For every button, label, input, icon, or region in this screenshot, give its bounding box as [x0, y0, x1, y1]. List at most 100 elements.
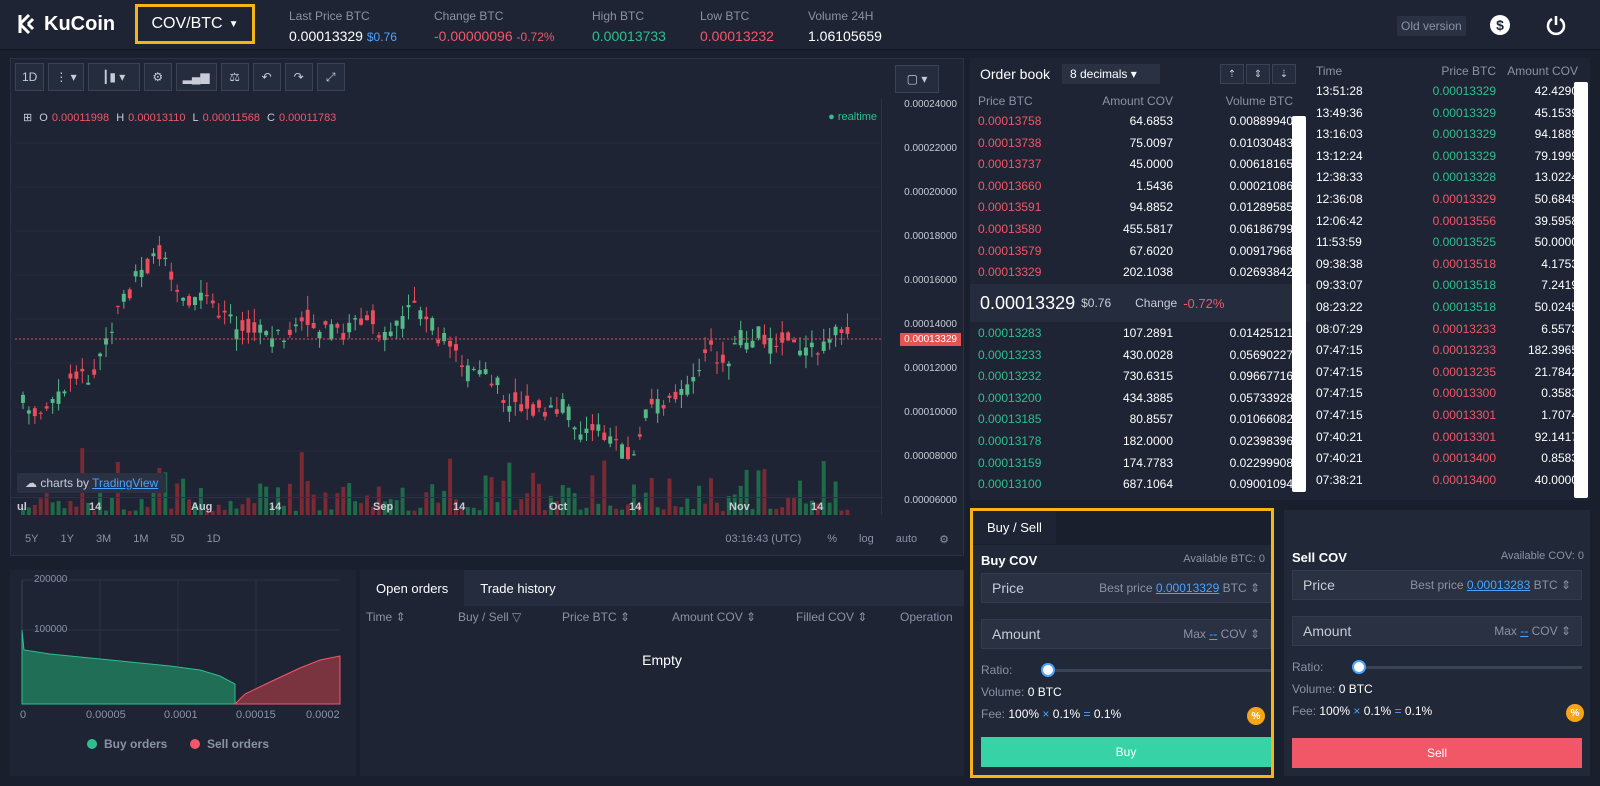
filter-side-header[interactable]: Buy / Sell ▽ — [458, 610, 562, 624]
indicators-icon[interactable]: ▂▄▆ — [175, 63, 217, 91]
bid-row[interactable]: 0.00013232 730.6315 0.09667716 — [978, 365, 1298, 387]
bid-row[interactable]: 0.00013100 687.1064 0.09001094 — [978, 473, 1298, 495]
ask-row[interactable]: 0.00013660 1.5436 0.00021086 — [978, 175, 1298, 197]
pair-selector[interactable]: COV/BTC ▼ — [135, 4, 255, 44]
auto-scale-toggle[interactable]: auto — [896, 533, 917, 545]
candle-body — [566, 406, 571, 421]
buy-legend-dot — [87, 739, 97, 749]
log-scale-toggle[interactable]: log — [859, 533, 874, 545]
amount-cell: 202.1038 — [1122, 265, 1173, 280]
buy-amount-input[interactable]: Amount Max -- COV ⇕ — [981, 619, 1271, 649]
amount-cell: 730.6315 — [1122, 369, 1173, 384]
dollar-icon[interactable]: $ — [1489, 14, 1511, 36]
slider-knob[interactable] — [1041, 663, 1055, 677]
fullscreen-icon[interactable]: ⤢ — [316, 63, 345, 91]
screenshot-dropdown[interactable]: ▢ ▾ — [895, 65, 939, 93]
candle-body — [809, 342, 814, 348]
tab-buy-sell[interactable]: Buy / Sell — [973, 511, 1056, 544]
settings-icon[interactable]: ⚙ — [143, 63, 172, 91]
sort-time-header[interactable]: Time ⇕ — [366, 610, 458, 624]
fee-discount-icon[interactable]: % — [1247, 707, 1265, 725]
tab-trade-history[interactable]: Trade history — [464, 570, 571, 606]
order-book-scrollbar[interactable] — [1292, 116, 1306, 492]
trade-history-scrollbar[interactable] — [1574, 82, 1588, 498]
ask-row[interactable]: 0.00013737 45.0000 0.00618165 — [978, 153, 1298, 175]
stat-value: 0.00013733 — [592, 28, 666, 44]
price-axis[interactable]: 0.00024000 0.00022000 0.00020000 0.00018… — [881, 99, 963, 515]
candle-body — [608, 436, 613, 444]
ask-row[interactable]: 0.00013580 455.5817 0.06186799 — [978, 218, 1298, 240]
undo-icon[interactable]: ↶ — [252, 63, 281, 91]
percent-scale-toggle[interactable]: % — [827, 533, 837, 545]
compare-icon[interactable]: ⚖ — [220, 63, 249, 91]
candle-body — [430, 318, 435, 331]
max-link[interactable]: -- — [1520, 624, 1528, 638]
candle-body — [264, 331, 269, 336]
fee-discount-icon[interactable]: % — [1566, 704, 1584, 722]
best-price-link[interactable]: 0.00013329 — [1156, 581, 1219, 595]
time-cell: 12:38:33 — [1316, 170, 1363, 185]
time-tick: 14 — [811, 501, 824, 513]
price-cell: 0.00013400 — [1432, 451, 1496, 466]
depth-chart[interactable]: 200000 100000 0 0.00005 0.0001 0.00015 0… — [10, 570, 356, 776]
sell-price-input[interactable]: Price Best price 0.00013283 BTC ⇕ — [1292, 570, 1582, 600]
interval-button[interactable]: 1D — [15, 63, 45, 91]
candle-type-icon[interactable]: ┃▮ ▾ — [87, 63, 140, 91]
range-1y[interactable]: 1Y — [60, 533, 73, 545]
tab-open-orders[interactable]: Open orders — [360, 570, 465, 606]
range-1m[interactable]: 1M — [133, 533, 148, 545]
ask-row[interactable]: 0.00013758 64.6853 0.00889940 — [978, 110, 1298, 132]
view-bids-icon[interactable]: ⇣ — [1272, 64, 1296, 84]
bid-row[interactable]: 0.00013233 430.0028 0.05690227 — [978, 344, 1298, 366]
slider-knob[interactable] — [1352, 660, 1366, 674]
time-axis[interactable]: ul 14 Aug 14 Sep 14 Oct 14 Nov 14 — [11, 497, 883, 515]
sort-amount-header[interactable]: Amount COV ⇕ — [672, 610, 796, 624]
fee-row: Fee: 100% × 0.1% = 0.1% — [981, 707, 1122, 721]
redo-icon[interactable]: ↷ — [284, 63, 313, 91]
view-both-icon[interactable]: ⇡ — [1220, 64, 1244, 84]
tradingview-badge[interactable]: ☁ charts by TradingView — [17, 473, 167, 493]
candle-body — [738, 330, 743, 346]
col-header: Time — [1316, 64, 1343, 78]
candle-body — [240, 320, 245, 331]
kucoin-logo[interactable]: KuCoin — [16, 12, 115, 36]
ask-row[interactable]: 0.00013738 75.0097 0.01030483 — [978, 132, 1298, 154]
bid-row[interactable]: 0.00013200 434.3885 0.05733928 — [978, 387, 1298, 409]
candlestick-plot[interactable] — [15, 99, 881, 515]
bid-row[interactable]: 0.00013159 174.7783 0.02299908 — [978, 452, 1298, 474]
price-tick: 0.00008000 — [904, 451, 957, 462]
buy-depth-area — [21, 629, 236, 705]
buy-button[interactable]: Buy — [981, 737, 1271, 767]
range-1d[interactable]: 1D — [207, 533, 221, 545]
sell-ratio-slider[interactable] — [1352, 660, 1582, 674]
best-price-link[interactable]: 0.00013283 — [1467, 578, 1530, 592]
decimals-select[interactable]: 8 decimals ▾ — [1062, 64, 1160, 84]
sort-price-header[interactable]: Price BTC ⇕ — [562, 610, 672, 624]
interval-dropdown[interactable]: ⋮ ▾ — [48, 63, 84, 91]
price-cell: 0.00013159 — [978, 455, 1042, 470]
ask-row[interactable]: 0.00013329 202.1038 0.02693842 — [978, 261, 1298, 283]
sort-filled-header[interactable]: Filled COV ⇕ — [796, 610, 900, 624]
ask-row[interactable]: 0.00013579 67.6020 0.00917968 — [978, 240, 1298, 262]
bid-row[interactable]: 0.00013283 107.2891 0.01425121 — [978, 322, 1298, 344]
amount-cell: 0.8583 — [1541, 451, 1578, 466]
sell-button[interactable]: Sell — [1292, 738, 1582, 768]
buy-ratio-slider[interactable] — [1041, 663, 1271, 677]
max-link[interactable]: -- — [1209, 627, 1217, 641]
range-5y[interactable]: 5Y — [25, 533, 38, 545]
range-5d[interactable]: 5D — [171, 533, 185, 545]
range-3m[interactable]: 3M — [96, 533, 111, 545]
bid-row[interactable]: 0.00013178 182.0000 0.02398396 — [978, 430, 1298, 452]
buy-price-input[interactable]: Price Best price 0.00013329 BTC ⇕ — [981, 573, 1271, 603]
chart-settings-icon[interactable]: ⚙ — [939, 533, 949, 546]
stat-label: Low BTC — [700, 9, 750, 23]
view-asks-icon[interactable]: ⇕ — [1246, 64, 1270, 84]
price-cell: 0.00013518 — [1432, 300, 1496, 314]
power-icon[interactable] — [1545, 14, 1567, 36]
old-version-button[interactable]: Old version — [1397, 16, 1466, 36]
price-cell: 0.00013185 — [978, 412, 1042, 427]
chart-clock: 03:16:43 (UTC) — [725, 533, 802, 545]
ask-row[interactable]: 0.00013591 94.8852 0.01289585 — [978, 196, 1298, 218]
bid-row[interactable]: 0.00013185 80.8557 0.01066082 — [978, 408, 1298, 430]
sell-amount-input[interactable]: Amount Max -- COV ⇕ — [1292, 616, 1582, 646]
